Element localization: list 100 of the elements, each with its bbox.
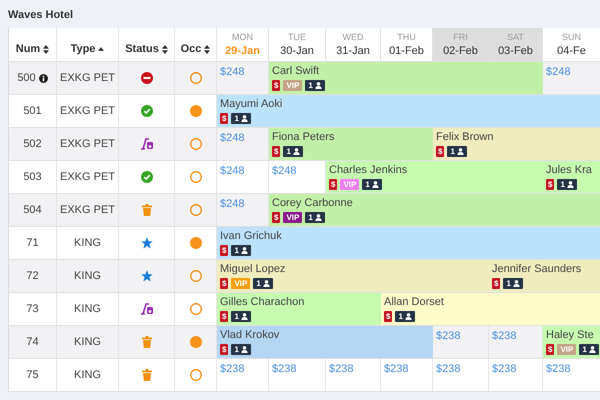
booking-block[interactable]: Haley Ste $ VIP 1 (543, 326, 600, 358)
date-label: 03-Feb (498, 45, 533, 57)
guest-name: Fiona Peters (272, 131, 336, 143)
guest-count-badge: 1 (231, 344, 251, 355)
guest-count-badge: 1 (253, 278, 273, 289)
guest-name: Allan Dorset (384, 296, 445, 308)
paid-badge: $ (546, 344, 554, 355)
paid-badge: $ (220, 278, 228, 289)
booking-block[interactable]: Gilles Charachon $ 1 (217, 293, 381, 325)
room-number: 75 (26, 369, 39, 381)
guest-name: Gilles Charachon (220, 296, 306, 308)
guest-count-badge: 1 (447, 146, 467, 157)
room-type: EXKG PET (60, 171, 116, 183)
guest-count-badge: 1 (305, 212, 325, 223)
guest-name: Miguel Lopez (220, 263, 286, 275)
booking-block[interactable]: Miguel Lopez $ VIP 1 (217, 260, 489, 292)
room-type: KING (74, 369, 101, 381)
room-number: 504 (23, 204, 42, 216)
paid-badge: $ (272, 212, 280, 223)
info-icon[interactable] (38, 74, 48, 82)
paid-badge: $ (329, 179, 338, 190)
paid-badge: $ (492, 278, 500, 289)
room-type: KING (74, 336, 101, 348)
room-number: 71 (26, 237, 39, 249)
booking-block[interactable]: Vlad Krokov $ 1 (217, 326, 433, 358)
guest-name: Jennifer Saunders (492, 263, 582, 275)
room-number: 502 (23, 138, 42, 150)
guest-name: Felix Brown (436, 131, 494, 143)
guest-name: Mayumi Aoki (220, 98, 284, 110)
paid-badge: $ (220, 344, 228, 355)
date-label: 30-Jan (280, 45, 314, 57)
room-type: KING (74, 303, 101, 315)
guest-name: Haley Ste (546, 329, 595, 341)
paid-badge: $ (546, 179, 554, 190)
booking-block[interactable]: Allan Dorset $ 1 (381, 293, 600, 325)
room-type: EXKG PET (60, 138, 116, 150)
column-header[interactable]: Num (9, 28, 57, 61)
booking-block[interactable]: Mayumi Aoki $ 1 (217, 95, 600, 127)
vip-badge: VIP (283, 212, 302, 223)
paid-badge: $ (384, 311, 392, 322)
weekday-label: FRI (453, 32, 468, 42)
room-type: EXKG PET (60, 204, 116, 216)
paid-badge: $ (220, 245, 228, 256)
weekday-label: TUE (288, 32, 306, 42)
paid-badge: $ (272, 80, 280, 91)
column-header[interactable]: Type (57, 28, 119, 61)
column-header[interactable]: Status (119, 28, 175, 61)
room-number: 72 (26, 270, 39, 282)
hotel-title: Waves Hotel (7, 8, 74, 23)
date-label: 29-Jan (225, 45, 260, 57)
guest-name: Vlad Krokov (220, 329, 280, 341)
booking-block[interactable]: Corey Carbonne $ VIP 1 (269, 194, 600, 226)
paid-badge: $ (220, 113, 228, 124)
room-type: EXKG PET (60, 72, 116, 84)
guest-name: Charles Jenkins (329, 164, 408, 176)
guest-count-badge: 1 (395, 311, 415, 322)
guest-count-badge: 1 (283, 146, 303, 157)
date-label: 01-Feb (389, 45, 424, 57)
guest-name: Ivan Grichuk (220, 230, 283, 242)
room-number: 503 (23, 171, 42, 183)
paid-badge: $ (220, 311, 228, 322)
weekday-label: WED (342, 32, 364, 42)
booking-block[interactable]: Ivan Grichuk $ 1 (217, 227, 600, 259)
vip-badge: VIP (283, 80, 302, 91)
guest-count-badge: 1 (305, 80, 325, 91)
column-header[interactable]: Occ (175, 28, 217, 61)
booking-block[interactable]: Carl Swift $ VIP 1 (269, 62, 543, 94)
weekday-label: SUN (562, 32, 581, 42)
room-type: EXKG PET (60, 105, 116, 117)
guest-name: Jules Kra (546, 164, 593, 176)
guest-count-badge: 1 (579, 344, 599, 355)
vip-badge: VIP (231, 278, 250, 289)
date-label: 31-Jan (336, 45, 370, 57)
booking-block[interactable]: Jules Kra $ 1 (543, 161, 600, 193)
room-type: KING (74, 237, 101, 249)
date-label: 02-Feb (443, 45, 478, 57)
booking-block[interactable]: Jennifer Saunders $ 1 (489, 260, 600, 292)
date-label: 04-Fe (557, 45, 586, 57)
booking-block[interactable]: Charles Jenkins $ VIP 1 (326, 161, 543, 193)
vip-badge: VIP (557, 344, 576, 355)
weekday-label: THU (397, 32, 416, 42)
room-number: 74 (26, 336, 39, 348)
guest-name: Corey Carbonne (272, 197, 354, 209)
paid-badge: $ (436, 146, 444, 157)
guest-count-badge: 1 (231, 311, 251, 322)
booking-block[interactable]: Fiona Peters $ 1 (269, 128, 433, 160)
guest-count-badge: 1 (503, 278, 523, 289)
vip-badge: VIP (340, 179, 360, 190)
guest-count-badge: 1 (362, 179, 382, 190)
guest-count-badge: 1 (557, 179, 577, 190)
guest-count-badge: 1 (231, 113, 251, 124)
room-number: 500 (17, 72, 36, 84)
guest-name: Carl Swift (272, 65, 320, 77)
paid-badge: $ (272, 146, 280, 157)
guest-count-badge: 1 (231, 245, 251, 256)
booking-block[interactable]: Felix Brown $ 1 (433, 128, 600, 160)
room-number: 73 (26, 303, 39, 315)
room-number: 501 (23, 105, 42, 117)
weekday-label: SAT (507, 32, 524, 42)
weekday-label: MON (232, 32, 253, 42)
